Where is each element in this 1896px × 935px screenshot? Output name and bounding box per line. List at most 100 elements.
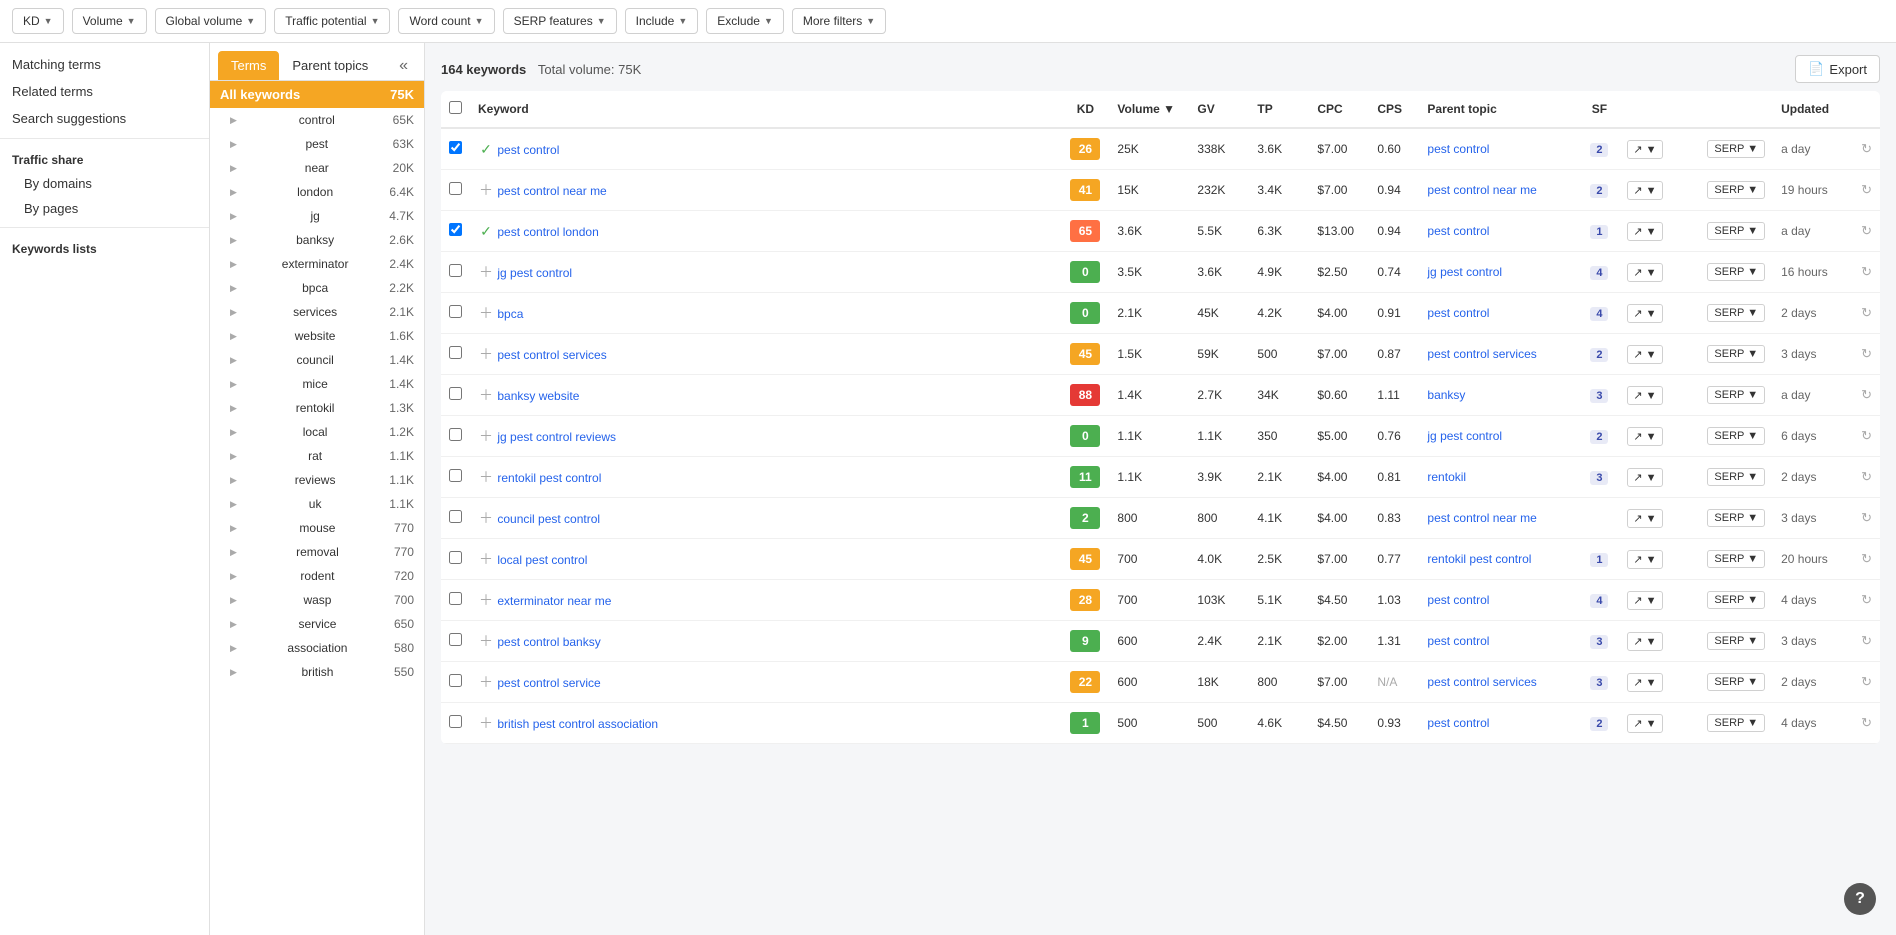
refresh-icon[interactable]: ↻: [1861, 592, 1872, 607]
collapse-panel-button[interactable]: «: [391, 53, 416, 79]
keyword-filter-item[interactable]: ▶banksy2.6K: [210, 228, 424, 252]
keyword-link[interactable]: pest control service: [497, 676, 600, 690]
keyword-link[interactable]: pest control: [497, 143, 559, 157]
sidebar-item-search-suggestions[interactable]: Search suggestions: [0, 105, 209, 132]
refresh-icon[interactable]: ↻: [1861, 510, 1872, 525]
add-keyword-icon[interactable]: ＋: [478, 508, 494, 528]
add-keyword-icon[interactable]: ＋: [478, 303, 494, 323]
serp-button[interactable]: SERP ▼: [1707, 345, 1765, 363]
keyword-filter-item[interactable]: ▶association580: [210, 636, 424, 660]
refresh-icon[interactable]: ↻: [1861, 264, 1872, 279]
keyword-filter-item[interactable]: ▶exterminator2.4K: [210, 252, 424, 276]
trend-button[interactable]: ↗ ▼: [1627, 263, 1662, 282]
parent-topic-link[interactable]: pest control services: [1427, 675, 1536, 689]
add-keyword-icon[interactable]: ＋: [478, 713, 494, 733]
keyword-filter-item[interactable]: ▶british550: [210, 660, 424, 684]
refresh-icon[interactable]: ↻: [1861, 551, 1872, 566]
row-checkbox[interactable]: [449, 551, 462, 564]
row-checkbox[interactable]: [449, 387, 462, 400]
keyword-filter-item[interactable]: ▶rodent720: [210, 564, 424, 588]
add-keyword-icon[interactable]: ＋: [478, 631, 494, 651]
keyword-filter-item[interactable]: ▶near20K: [210, 156, 424, 180]
serp-button[interactable]: SERP ▼: [1707, 591, 1765, 609]
keyword-filter-item[interactable]: ▶local1.2K: [210, 420, 424, 444]
sidebar-item-matching-terms[interactable]: Matching terms: [0, 51, 209, 78]
keyword-filter-item[interactable]: ▶wasp700: [210, 588, 424, 612]
add-keyword-icon[interactable]: ＋: [478, 672, 494, 692]
refresh-icon[interactable]: ↻: [1861, 469, 1872, 484]
keyword-filter-item[interactable]: ▶jg4.7K: [210, 204, 424, 228]
keyword-filter-item[interactable]: ▶services2.1K: [210, 300, 424, 324]
trend-button[interactable]: ↗ ▼: [1627, 140, 1662, 159]
trend-button[interactable]: ↗ ▼: [1627, 304, 1662, 323]
keyword-filter-item[interactable]: ▶uk1.1K: [210, 492, 424, 516]
serp-button[interactable]: SERP ▼: [1707, 673, 1765, 691]
serp-button[interactable]: SERP ▼: [1707, 427, 1765, 445]
filter-global-volume[interactable]: Global volume▼: [155, 8, 267, 34]
keyword-filter-item[interactable]: ▶removal770: [210, 540, 424, 564]
row-checkbox[interactable]: [449, 510, 462, 523]
keyword-link[interactable]: pest control services: [497, 348, 606, 362]
row-checkbox[interactable]: [449, 182, 462, 195]
trend-button[interactable]: ↗ ▼: [1627, 591, 1662, 610]
sidebar-item-by-pages[interactable]: By pages: [0, 196, 209, 221]
parent-topic-link[interactable]: jg pest control: [1427, 429, 1502, 443]
refresh-icon[interactable]: ↻: [1861, 305, 1872, 320]
keyword-link[interactable]: local pest control: [497, 553, 587, 567]
serp-button[interactable]: SERP ▼: [1707, 468, 1765, 486]
keyword-filter-item[interactable]: ▶control65K: [210, 108, 424, 132]
row-checkbox[interactable]: [449, 469, 462, 482]
add-keyword-icon[interactable]: ＋: [478, 467, 494, 487]
trend-button[interactable]: ↗ ▼: [1627, 468, 1662, 487]
keyword-link[interactable]: banksy website: [497, 389, 579, 403]
keyword-filter-item[interactable]: ▶rat1.1K: [210, 444, 424, 468]
filter-serp-features[interactable]: SERP features▼: [503, 8, 617, 34]
serp-button[interactable]: SERP ▼: [1707, 222, 1765, 240]
refresh-icon[interactable]: ↻: [1861, 387, 1872, 402]
parent-topic-link[interactable]: pest control: [1427, 593, 1489, 607]
trend-button[interactable]: ↗ ▼: [1627, 386, 1662, 405]
serp-button[interactable]: SERP ▼: [1707, 632, 1765, 650]
keyword-link[interactable]: jg pest control: [497, 266, 572, 280]
keyword-filter-item[interactable]: ▶pest63K: [210, 132, 424, 156]
row-checkbox[interactable]: [449, 264, 462, 277]
keyword-filter-item[interactable]: ▶mouse770: [210, 516, 424, 540]
filter-include[interactable]: Include▼: [625, 8, 699, 34]
keyword-filter-item[interactable]: ▶council1.4K: [210, 348, 424, 372]
refresh-icon[interactable]: ↻: [1861, 346, 1872, 361]
trend-button[interactable]: ↗ ▼: [1627, 632, 1662, 651]
serp-button[interactable]: SERP ▼: [1707, 509, 1765, 527]
keyword-filter-item[interactable]: ▶mice1.4K: [210, 372, 424, 396]
parent-topic-link[interactable]: pest control: [1427, 142, 1489, 156]
keyword-link[interactable]: pest control banksy: [497, 635, 600, 649]
parent-topic-link[interactable]: pest control near me: [1427, 511, 1536, 525]
row-checkbox[interactable]: [449, 428, 462, 441]
serp-button[interactable]: SERP ▼: [1707, 550, 1765, 568]
parent-topic-link[interactable]: pest control: [1427, 224, 1489, 238]
select-all-checkbox[interactable]: [449, 101, 462, 114]
help-button[interactable]: ?: [1844, 883, 1876, 915]
add-keyword-icon[interactable]: ＋: [478, 590, 494, 610]
keyword-filter-item[interactable]: ▶service650: [210, 612, 424, 636]
refresh-icon[interactable]: ↻: [1861, 715, 1872, 730]
keyword-filter-item[interactable]: ▶reviews1.1K: [210, 468, 424, 492]
sidebar-item-related-terms[interactable]: Related terms: [0, 78, 209, 105]
serp-button[interactable]: SERP ▼: [1707, 304, 1765, 322]
row-checkbox[interactable]: [449, 141, 462, 154]
row-checkbox[interactable]: [449, 592, 462, 605]
add-keyword-icon[interactable]: ＋: [478, 385, 494, 405]
parent-topic-link[interactable]: pest control near me: [1427, 183, 1536, 197]
serp-button[interactable]: SERP ▼: [1707, 386, 1765, 404]
filter-volume[interactable]: Volume▼: [72, 8, 147, 34]
refresh-icon[interactable]: ↻: [1861, 141, 1872, 156]
parent-topic-link[interactable]: rentokil pest control: [1427, 552, 1531, 566]
trend-button[interactable]: ↗ ▼: [1627, 222, 1662, 241]
keyword-link[interactable]: rentokil pest control: [497, 471, 601, 485]
parent-topic-link[interactable]: pest control services: [1427, 347, 1536, 361]
sidebar-item-by-domains[interactable]: By domains: [0, 171, 209, 196]
parent-topic-link[interactable]: pest control: [1427, 306, 1489, 320]
refresh-icon[interactable]: ↻: [1861, 674, 1872, 689]
parent-topic-link[interactable]: rentokil: [1427, 470, 1466, 484]
trend-button[interactable]: ↗ ▼: [1627, 673, 1662, 692]
serp-button[interactable]: SERP ▼: [1707, 140, 1765, 158]
